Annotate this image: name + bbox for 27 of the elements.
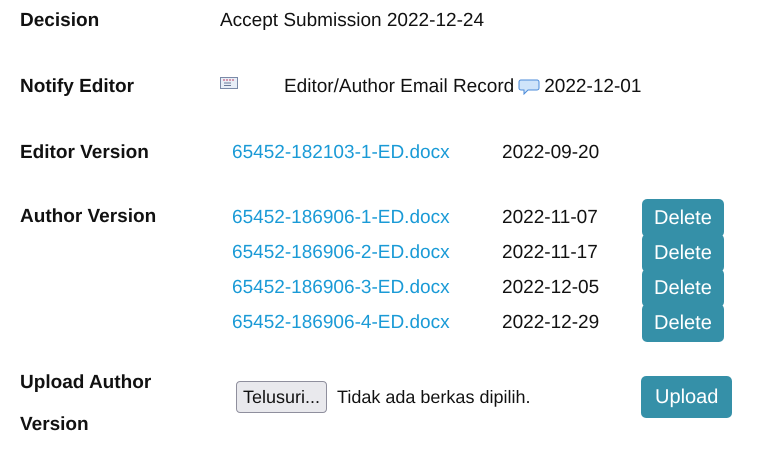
delete-button[interactable]: Delete [642,304,724,342]
date-text: 2022-12-29 [502,310,600,334]
field-label: Editor Version [20,141,150,165]
date-text: 2022-09-20 [502,141,600,165]
delete-button[interactable]: Delete [642,268,724,306]
field-label: Upload Author Version [20,371,152,437]
file-link[interactable]: 65452-186906-1-ED.docx [232,204,502,230]
delete-button[interactable]: Delete [642,198,724,236]
date-text: 2022-12-01 [544,75,642,99]
field-label: Decision [20,9,100,33]
date-text: 2022-11-07 [502,206,599,230]
email-record-text: Editor/Author Email Record [284,75,514,99]
upload-button[interactable]: Upload [641,376,732,418]
browse-button[interactable]: Telusuri... [236,381,328,413]
field-label: Notify Editor [20,75,135,99]
speech-bubble-icon[interactable] [518,79,540,95]
file-status-text: Tidak ada berkas dipilih. [337,386,532,409]
delete-button[interactable]: Delete [642,234,724,272]
date-text: 2022-11-17 [502,240,599,264]
file-link[interactable]: 65452-186906-3-ED.docx [232,274,502,300]
file-link[interactable]: 65452-186906-2-ED.docx [232,240,502,266]
file-link[interactable]: 65452-186906-4-ED.docx [232,310,502,336]
decision-value: Accept Submission 2022-12-24 [220,9,484,33]
field-label: Author Version [20,205,158,229]
envelope-icon[interactable] [220,77,238,89]
date-text: 2022-12-05 [502,276,600,300]
file-link[interactable]: 65452-182103-1-ED.docx [232,140,502,166]
